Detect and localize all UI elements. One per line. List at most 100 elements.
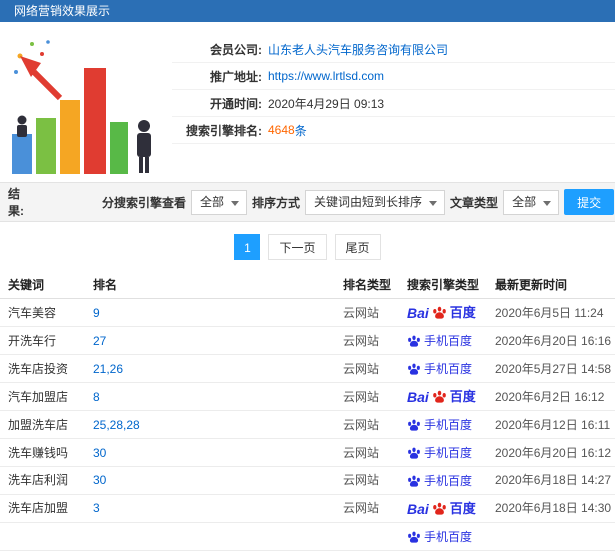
rank-count-suffix: 条	[294, 123, 307, 138]
time-text: 2020年6月20日 16:12	[495, 445, 612, 460]
filter-bar: 结果: 分搜索引擎查看 全部 排序方式 关键词由短到长排序 文章类型 全部 提交	[0, 182, 615, 222]
baidu-logo-cn: 百度	[449, 304, 476, 320]
mobile-baidu-paw-icon	[408, 447, 420, 459]
time-cell: 2020年6月18日 14:27	[487, 466, 615, 495]
url-label: 推广地址:	[210, 69, 262, 84]
baidu-paw-icon	[432, 307, 446, 319]
engine-baidu: Bai 百度	[407, 501, 476, 516]
keyword-cell: 洗车店加盟	[0, 494, 85, 524]
header-update-time: 最新更新时间	[487, 272, 615, 299]
keyword-text: 洗车店投资	[8, 361, 69, 376]
table-row: 汽车美容 9 云网站 Bai 百度 2020年6月5日 11:24	[0, 298, 615, 328]
rank-value[interactable]: 21,26	[93, 362, 123, 376]
page-title: 网络营销效果展示	[14, 4, 111, 18]
page-title-bar: 网络营销效果展示	[0, 0, 615, 22]
promotion-url-link[interactable]: https://www.lrtlsd.com	[268, 69, 384, 83]
mobile-baidu-label: 手机百度	[424, 418, 473, 433]
table-body: 汽车美容 9 云网站 Bai 百度 2020年6月5日 11:24 开洗车行 2…	[0, 298, 615, 551]
header-rank: 排名	[85, 272, 335, 299]
engine-cell: Bai 百度	[399, 298, 487, 328]
time-cell: 2020年6月20日 16:16	[487, 326, 615, 356]
table-row: 加盟洗车店 25,28,28 云网站 手机百度 2020年6月12日 16:11	[0, 410, 615, 440]
mobile-baidu-label: 手机百度	[424, 334, 473, 349]
rank-count-value: 4648	[268, 123, 295, 137]
rank-type-text: 云网站	[343, 361, 380, 376]
engine-mobile: 手机百度	[407, 334, 472, 348]
rank-value[interactable]: 30	[93, 446, 106, 460]
rank-cell: 8	[85, 382, 335, 412]
mobile-baidu-paw-icon	[408, 363, 420, 375]
company-link[interactable]: 山东老人头汽车服务咨询有限公司	[268, 41, 448, 58]
rank-cell: 3	[85, 494, 335, 524]
rank-type-text: 云网站	[343, 501, 380, 516]
result-label: 结果:	[8, 187, 24, 218]
keyword-text: 汽车美容	[8, 305, 57, 320]
open-time-label: 开通时间:	[210, 96, 262, 111]
submit-button[interactable]: 提交	[564, 189, 615, 215]
time-text: 2020年5月27日 14:58	[495, 361, 612, 376]
rank-type-text: 云网站	[343, 333, 380, 348]
rank-value[interactable]: 27	[93, 334, 106, 348]
sort-select[interactable]: 关键词由短到长排序	[305, 189, 446, 215]
time-text: 2020年6月20日 16:16	[495, 333, 612, 348]
chevron-down-icon	[543, 200, 552, 210]
time-text: 2020年6月2日 16:12	[495, 389, 605, 404]
baidu-paw-icon	[432, 391, 446, 403]
info-row-url: 推广地址: https://www.lrtlsd.com	[172, 63, 615, 90]
keyword-text: 加盟洗车店	[8, 417, 69, 432]
rank-value[interactable]: 30	[93, 473, 106, 487]
time-cell: 2020年5月27日 14:58	[487, 354, 615, 383]
table-row: 洗车赚钱吗 30 云网站 手机百度 2020年6月20日 16:12	[0, 438, 615, 467]
article-select-value: 全部	[512, 194, 537, 209]
mobile-baidu-paw-icon	[408, 475, 420, 487]
rank-type-cell: 云网站	[335, 410, 399, 440]
last-page-button[interactable]: 尾页	[334, 234, 381, 260]
table-row: 开洗车行 27 云网站 手机百度 2020年6月20日 16:16	[0, 326, 615, 356]
engine-select[interactable]: 全部	[191, 189, 248, 215]
next-page-button[interactable]: 下一页	[268, 234, 327, 260]
chevron-down-icon	[231, 200, 240, 210]
member-info-form: 会员公司: 山东老人头汽车服务咨询有限公司 推广地址: https://www.…	[172, 28, 615, 182]
rank-type-text: 云网站	[343, 417, 380, 432]
keyword-cell: 洗车赚钱吗	[0, 438, 85, 467]
rank-value[interactable]: 3	[93, 501, 100, 515]
time-text: 2020年6月18日 14:30	[495, 501, 612, 516]
header-keyword: 关键词	[0, 272, 85, 299]
rank-type-text: 云网站	[343, 389, 380, 404]
engine-baidu: Bai 百度	[407, 305, 476, 320]
keyword-text: 汽车加盟店	[8, 389, 69, 404]
baidu-logo-text: Bai	[407, 304, 429, 321]
mobile-baidu-label: 手机百度	[424, 473, 473, 488]
sort-filter-label: 排序方式	[252, 195, 301, 210]
page-1-button[interactable]: 1	[234, 234, 261, 260]
open-time-value: 2020年4月29日 09:13	[268, 96, 385, 111]
engine-filter-label: 分搜索引擎查看	[101, 195, 186, 210]
keyword-cell: 开洗车行	[0, 326, 85, 356]
time-text: 2020年6月18日 14:27	[495, 473, 612, 488]
baidu-paw-icon	[432, 502, 446, 515]
rank-cell: 27	[85, 326, 335, 356]
header-rank-type: 排名类型	[335, 272, 399, 299]
rank-value[interactable]: 8	[93, 390, 100, 404]
rank-type-cell: 云网站	[335, 326, 399, 356]
article-type-select[interactable]: 全部	[503, 189, 560, 215]
engine-cell: 手机百度	[399, 466, 487, 495]
rank-cell: 21,26	[85, 354, 335, 383]
engine-mobile: 手机百度	[407, 474, 472, 488]
info-row-open-time: 开通时间: 2020年4月29日 09:13	[172, 90, 615, 117]
baidu-logo-text: Bai	[407, 388, 429, 405]
rank-value[interactable]: 9	[93, 306, 100, 320]
mobile-baidu-paw-icon	[408, 531, 420, 543]
rank-cell: 30	[85, 438, 335, 467]
engine-mobile: 手机百度	[407, 362, 472, 376]
time-text: 2020年6月5日 11:24	[495, 305, 604, 320]
time-cell: 2020年6月12日 16:11	[487, 410, 615, 440]
mobile-baidu-label: 手机百度	[424, 445, 473, 460]
mobile-baidu-label: 手机百度	[424, 529, 473, 544]
rank-value[interactable]: 25,28,28	[93, 418, 140, 432]
engine-baidu: Bai 百度	[407, 389, 476, 404]
engine-cell: 手机百度	[399, 326, 487, 356]
table-row: 洗车店加盟 3 云网站 Bai 百度 2020年6月18日 14:30	[0, 494, 615, 524]
engine-mobile: 手机百度	[407, 418, 472, 432]
time-cell: 2020年6月5日 11:24	[487, 298, 615, 328]
